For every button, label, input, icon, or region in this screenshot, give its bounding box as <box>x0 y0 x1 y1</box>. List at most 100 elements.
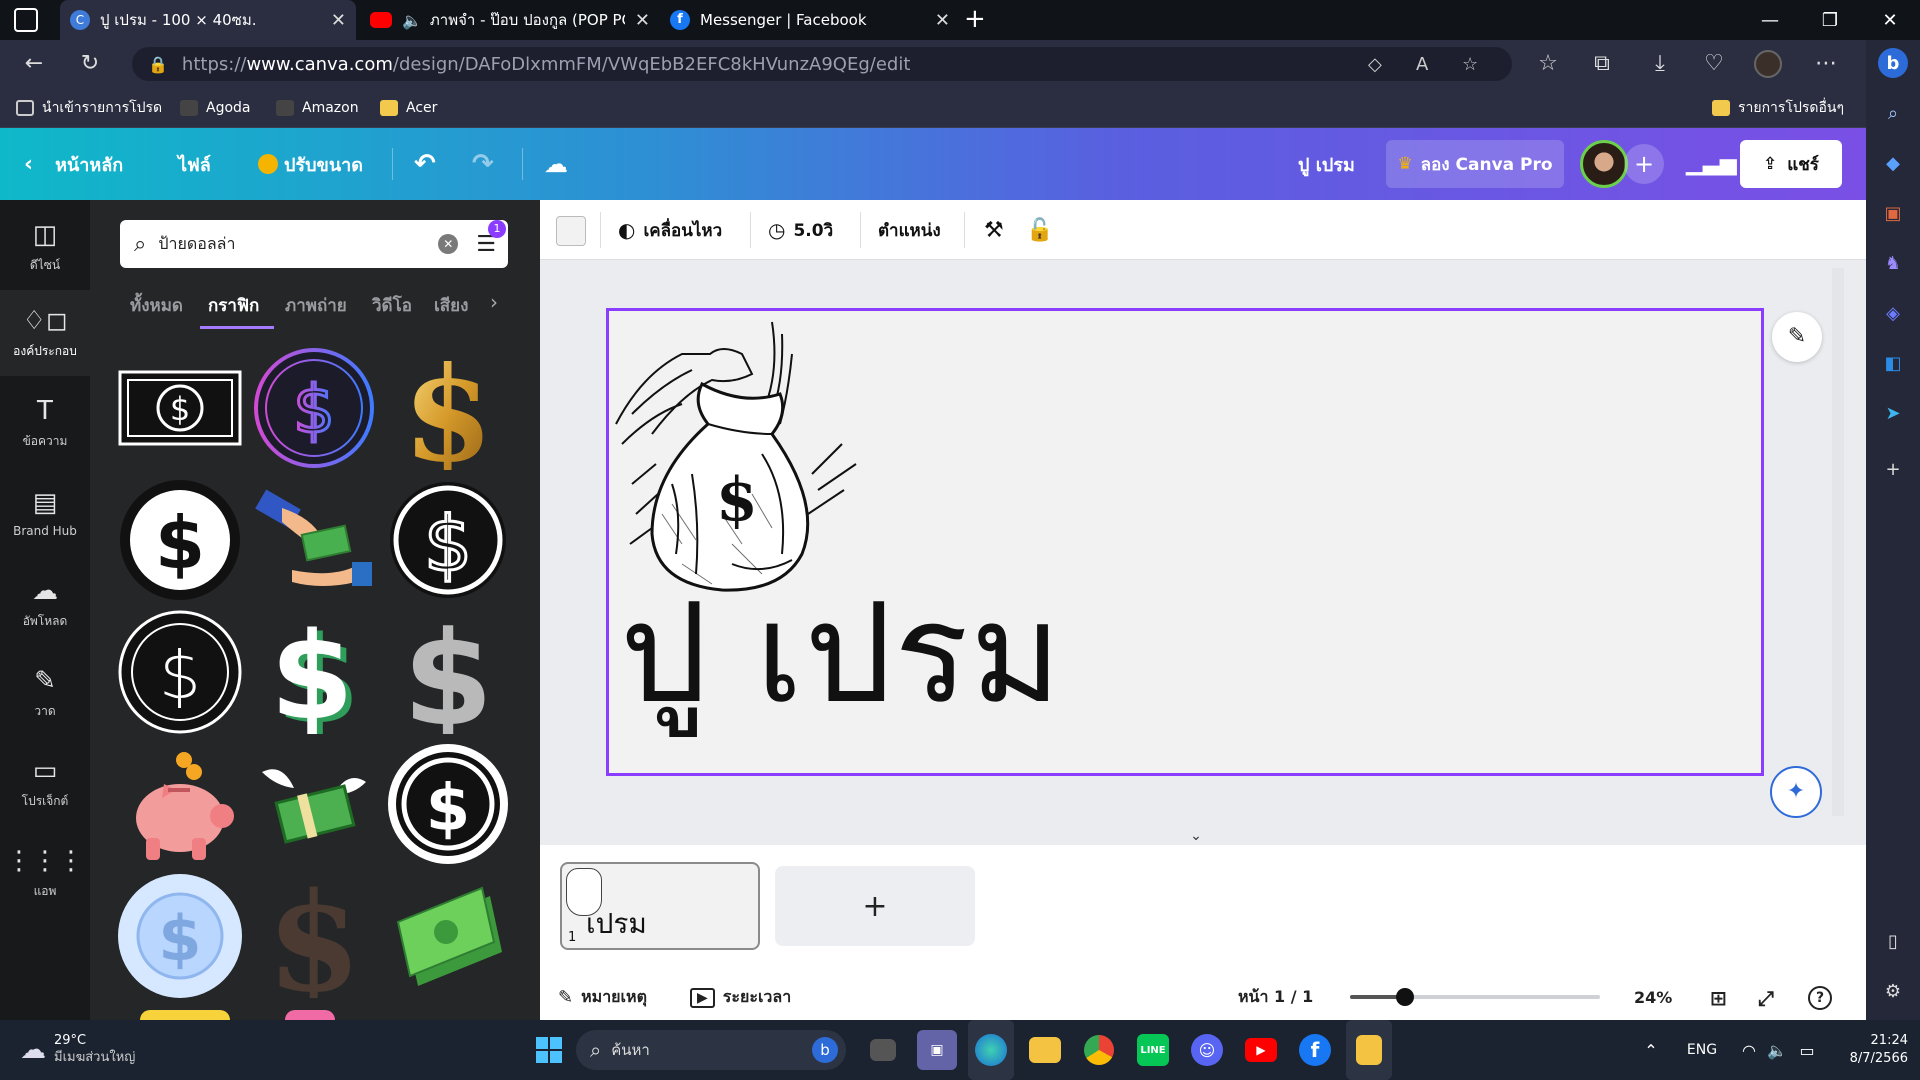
start-button[interactable] <box>526 1020 572 1080</box>
health-icon[interactable]: ♡ <box>1694 48 1734 80</box>
favorites-icon[interactable]: ☆ <box>1528 48 1568 80</box>
magic-assistant-button[interactable]: ✦ <box>1770 766 1822 818</box>
address-bar[interactable]: 🔒 https:// www.canva.com /design/DAFoDlx… <box>132 47 1512 81</box>
redo-icon[interactable]: ↷ <box>472 128 494 200</box>
add-comment-button[interactable]: ✎ <box>1772 312 1822 362</box>
bookmark-agoda[interactable]: Agoda <box>180 88 251 128</box>
rail-projects[interactable]: ▭ โปรเจ็กต์ <box>0 740 90 826</box>
graphic-flying-money[interactable] <box>252 742 376 866</box>
user-avatar[interactable] <box>1580 140 1628 188</box>
games-icon[interactable]: ♞ <box>1878 248 1908 278</box>
design-title-text[interactable]: ปู เปรม <box>620 585 1063 723</box>
tab-videos[interactable]: วิดีโอ <box>372 292 412 319</box>
zoom-level[interactable]: 24% <box>1634 975 1672 1020</box>
favorite-star-icon[interactable]: ☆ <box>1462 54 1478 75</box>
animate-button[interactable]: ◐ เคลื่อนไหว <box>618 200 722 260</box>
chat-app-icon[interactable]: ▣ <box>914 1020 960 1080</box>
language-indicator[interactable]: ENG <box>1680 1020 1724 1080</box>
downloads-icon[interactable]: ⤓ <box>1640 48 1680 80</box>
rail-design[interactable]: ◫ ดีไซน์ <box>0 204 90 290</box>
read-aloud-icon[interactable]: A <box>1416 54 1428 75</box>
page-indicator[interactable]: หน้า 1 / 1 <box>1238 975 1313 1020</box>
minimize-icon[interactable]: — <box>1740 0 1800 40</box>
graphic-dollar-bold-circle[interactable]: $ <box>386 742 510 866</box>
show-hidden-icons-chevron-icon[interactable]: ⌃ <box>1636 1020 1666 1080</box>
refresh-icon[interactable]: ↻ <box>70 48 110 80</box>
graphic-dollar-black-circle[interactable]: $ <box>118 478 242 602</box>
graphic-piggy-bank[interactable] <box>118 742 242 866</box>
battery-icon[interactable]: ▭ <box>1794 1020 1820 1080</box>
browser-tab-canva[interactable]: C ปู เปรม - 100 × 40ซม. ✕ <box>60 0 356 40</box>
browser-tab-messenger[interactable]: f Messenger | Facebook ✕ <box>660 0 960 40</box>
wifi-icon[interactable]: ◠ <box>1736 1020 1762 1080</box>
background-color-swatch[interactable] <box>556 216 586 246</box>
rail-draw[interactable]: ✎ วาด <box>0 650 90 736</box>
graphic-cash-stack[interactable] <box>386 874 510 998</box>
task-view-icon[interactable] <box>860 1020 906 1080</box>
graphic-dollar-banknote-outline[interactable]: $ <box>118 346 242 470</box>
discord-app-icon[interactable]: ☺ <box>1184 1020 1230 1080</box>
line-app-icon[interactable]: LINE <box>1130 1020 1176 1080</box>
home-button[interactable]: ‹ หน้าหลัก <box>24 128 123 200</box>
insights-chart-icon[interactable]: ▁▃▅ <box>1686 144 1737 184</box>
outlook-icon[interactable]: ◧ <box>1878 348 1908 378</box>
vertical-scrollbar[interactable] <box>1832 268 1844 816</box>
back-icon[interactable]: ← <box>14 48 54 80</box>
close-window-icon[interactable]: ✕ <box>1860 0 1920 40</box>
bing-copilot-icon[interactable]: b <box>1878 48 1908 78</box>
undo-icon[interactable]: ↶ <box>414 128 436 200</box>
weather-widget[interactable]: ☁ 29°C มีเมฆส่วนใหญ่ <box>20 1020 160 1080</box>
add-collaborator-button[interactable]: + <box>1624 144 1664 184</box>
zoom-slider-thumb[interactable] <box>1396 988 1414 1006</box>
tab-audio[interactable]: เสียง <box>434 292 468 319</box>
bookmark-amazon[interactable]: Amazon <box>276 88 359 128</box>
tab-all[interactable]: ทั้งหมด <box>130 292 183 319</box>
graphic-hand-giving-money[interactable] <box>252 478 376 602</box>
lock-icon[interactable]: 🔓 <box>1026 200 1053 260</box>
graphic-gold-dollar-sign[interactable]: $ <box>386 346 510 470</box>
tabs-scroll-right-icon[interactable]: › <box>490 290 498 314</box>
profile-avatar[interactable] <box>1754 50 1782 78</box>
graphic-dollar-grey[interactable]: $ <box>386 610 510 734</box>
copy-style-icon[interactable]: ⚒ <box>984 200 1004 260</box>
tab-graphics[interactable]: กราฟิก <box>208 292 259 319</box>
new-tab-button[interactable]: + <box>964 4 986 34</box>
rail-elements[interactable]: ♢◻ องค์ประกอบ <box>0 290 90 376</box>
rail-apps[interactable]: ⋮⋮⋮ แอพ <box>0 830 90 916</box>
bookmark-other-favorites[interactable]: รายการโปรดอื่นๆ <box>1712 88 1844 128</box>
close-tab-icon[interactable]: ✕ <box>635 10 650 31</box>
notes-button[interactable]: ✎ หมายเหตุ <box>558 975 647 1020</box>
resize-button[interactable]: ปรับขนาด <box>258 128 363 200</box>
shopping-tag-icon[interactable]: ◆ <box>1878 148 1908 178</box>
clock-widget[interactable]: 21:24 8/7/2566 <box>1826 1020 1908 1080</box>
tab-actions-icon[interactable] <box>14 8 38 32</box>
lock-icon[interactable]: 🔒 <box>148 55 168 74</box>
tools-icon[interactable]: ▣ <box>1878 198 1908 228</box>
search-icon[interactable]: ⌕ <box>1878 98 1908 128</box>
help-icon[interactable]: ? <box>1808 975 1832 1020</box>
restore-icon[interactable]: ❐ <box>1800 0 1860 40</box>
graphic-dollar-blue-coin[interactable]: $ <box>118 874 242 998</box>
sticky-app-icon[interactable] <box>1346 1020 1392 1080</box>
speaker-icon[interactable]: 🔈 <box>402 11 422 30</box>
close-tab-icon[interactable]: ✕ <box>935 10 950 31</box>
file-menu[interactable]: ไฟล์ <box>178 128 211 200</box>
graphic-partial-yellow[interactable] <box>140 1010 230 1020</box>
volume-icon[interactable]: 🔈 <box>1764 1020 1790 1080</box>
grid-view-icon[interactable]: ⊞ <box>1710 975 1727 1020</box>
send-icon[interactable]: ➤ <box>1878 398 1908 428</box>
add-icon[interactable]: + <box>1878 454 1908 484</box>
bookmark-acer[interactable]: Acer <box>380 88 437 128</box>
add-page-button[interactable]: + <box>775 866 975 946</box>
browser-tab-youtube[interactable]: 🔈 ภาพจำ - ป๊อบ ปองกูล (POP PO ✕ <box>360 0 660 40</box>
search-input[interactable]: ⌕ ป้ายดอลล่า ✕ ☰ 1 <box>120 219 508 268</box>
cloud-saved-icon[interactable]: ☁ <box>544 128 568 200</box>
design-title[interactable]: ปู เปรม <box>1298 128 1355 200</box>
collections-icon[interactable]: ⧉ <box>1582 48 1622 80</box>
rail-brand-hub[interactable]: ▤ Brand Hub <box>0 470 90 556</box>
graphic-dollar-thin-circle[interactable]: $ <box>118 610 242 734</box>
position-button[interactable]: ตำแหน่ง <box>878 200 941 260</box>
bookmark-import[interactable]: นำเข้ารายการโปรด <box>16 88 162 128</box>
close-tab-icon[interactable]: ✕ <box>331 10 346 31</box>
rail-upload[interactable]: ☁ อัพโหลด <box>0 560 90 646</box>
